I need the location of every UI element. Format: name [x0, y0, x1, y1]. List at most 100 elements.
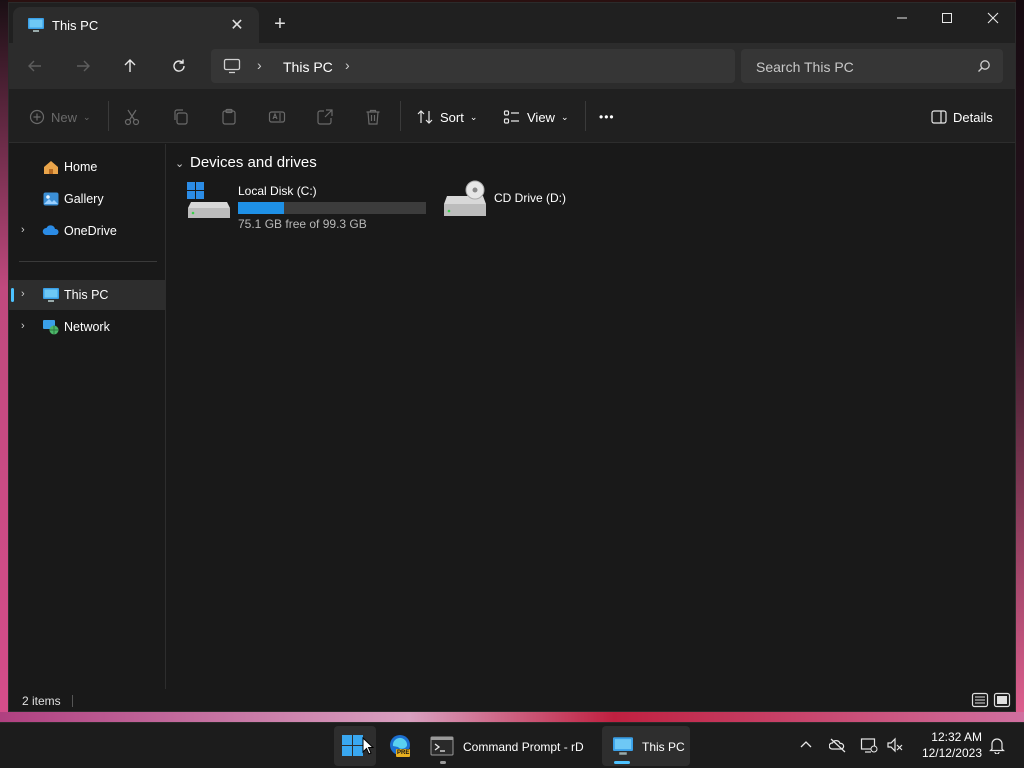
- wallpaper-left: [0, 0, 8, 720]
- taskbar-item-label: This PC: [642, 740, 685, 754]
- taskbar-command-prompt[interactable]: Command Prompt - rD: [424, 726, 596, 766]
- file-explorer-window: This PC ✕ + › This PC › Search This PC N…: [8, 2, 1016, 712]
- address-bar[interactable]: › This PC ›: [211, 49, 735, 83]
- hard-drive-icon: [187, 182, 230, 218]
- monitor-icon: [223, 58, 241, 74]
- notification-bell-icon[interactable]: [988, 736, 1006, 754]
- new-button[interactable]: New ⌄: [29, 105, 91, 129]
- rename-button[interactable]: [268, 105, 286, 129]
- network-icon: [43, 320, 59, 335]
- wallpaper-bottom: [0, 712, 1024, 722]
- more-icon: •••: [599, 110, 615, 124]
- drive-local-disk-c[interactable]: Local Disk (C:) 75.1 GB free of 99.3 GB: [187, 180, 437, 231]
- wallpaper-right: [1016, 0, 1024, 720]
- breadcrumb-this-pc[interactable]: This PC: [283, 59, 333, 75]
- sidebar-item-label: Home: [64, 160, 98, 174]
- clock-time: 12:32 AM: [931, 730, 982, 744]
- drive-cd-drive-d[interactable]: CD Drive (D:): [443, 180, 593, 224]
- sidebar-item-network[interactable]: › Network: [9, 312, 165, 342]
- group-header-devices[interactable]: Devices and drives: [190, 154, 317, 171]
- sidebar-item-label: This PC: [64, 288, 109, 302]
- share-button[interactable]: [316, 105, 334, 129]
- sidebar-divider: [19, 261, 157, 262]
- drive-usage-bar: [238, 202, 426, 214]
- drive-usage-fill: [238, 202, 284, 214]
- chevron-down-icon: ⌄: [469, 111, 478, 122]
- chevron-down-icon: ⌄: [83, 111, 91, 122]
- minimize-button[interactable]: [879, 3, 925, 33]
- sidebar-item-label: Network: [64, 320, 110, 334]
- taskbar-this-pc[interactable]: This PC: [602, 726, 690, 766]
- sort-button[interactable]: Sort ⌄: [416, 105, 477, 129]
- chevron-down-icon: ⌄: [560, 111, 569, 122]
- cd-drive-icon: [444, 180, 486, 216]
- new-tab-button[interactable]: +: [267, 13, 293, 37]
- group-collapse-icon[interactable]: ⌄: [175, 157, 184, 170]
- network-status-icon[interactable]: [860, 736, 878, 754]
- maximize-button[interactable]: [924, 3, 970, 33]
- copy-button[interactable]: [172, 105, 190, 129]
- start-button[interactable]: [334, 726, 376, 766]
- close-window-button[interactable]: [970, 3, 1016, 33]
- sidebar-item-this-pc[interactable]: › This PC: [9, 280, 165, 310]
- sidebar-item-onedrive[interactable]: › OneDrive: [9, 216, 165, 246]
- arrow-left-icon: [28, 60, 41, 72]
- navigation-bar: › This PC › Search This PC: [9, 43, 1015, 89]
- forward-button[interactable]: [69, 52, 97, 80]
- tab-this-pc[interactable]: This PC ✕: [13, 7, 259, 43]
- command-separator: [585, 101, 586, 131]
- arrow-up-icon: [124, 59, 136, 72]
- back-button[interactable]: [21, 52, 49, 80]
- details-view-icon[interactable]: [971, 692, 989, 708]
- drive-free-space: 75.1 GB free of 99.3 GB: [238, 217, 367, 231]
- taskbar-edge-button[interactable]: PRE: [380, 726, 420, 766]
- command-bar: New ⌄ Sort ⌄ View ⌄ ••• Details: [9, 89, 1015, 143]
- delete-button[interactable]: [364, 105, 382, 129]
- active-indicator: [614, 761, 630, 764]
- search-icon: [978, 60, 990, 72]
- breadcrumb-chevron-icon[interactable]: ›: [345, 57, 350, 73]
- close-icon: [987, 12, 999, 24]
- expand-chevron-icon[interactable]: ›: [21, 288, 25, 300]
- arrow-right-icon: [77, 60, 90, 72]
- mouse-cursor-icon: [362, 737, 374, 755]
- view-button[interactable]: View ⌄: [503, 105, 569, 129]
- sidebar-item-home[interactable]: Home: [9, 152, 165, 182]
- windows-logo-icon: [342, 735, 363, 756]
- expand-chevron-icon[interactable]: ›: [21, 224, 25, 236]
- taskbar-item-label: Command Prompt - rD: [463, 740, 584, 754]
- gallery-icon: [43, 192, 59, 206]
- paste-button[interactable]: [220, 105, 238, 129]
- search-box[interactable]: Search This PC: [741, 49, 1003, 83]
- scissors-icon: [124, 109, 140, 126]
- breadcrumb-chevron-icon[interactable]: ›: [257, 57, 262, 73]
- see-more-button[interactable]: •••: [599, 105, 615, 129]
- refresh-button[interactable]: [165, 52, 193, 80]
- onedrive-offline-icon[interactable]: [829, 736, 847, 754]
- command-separator: [108, 101, 109, 131]
- close-tab-button[interactable]: ✕: [227, 15, 247, 35]
- details-pane-button[interactable]: Details: [931, 105, 993, 129]
- home-icon: [44, 161, 58, 174]
- taskbar: PRE Command Prompt - rD This PC 12:32 AM…: [0, 722, 1024, 768]
- status-separator: [72, 695, 73, 707]
- expand-chevron-icon[interactable]: ›: [21, 320, 25, 332]
- refresh-icon: [173, 59, 185, 72]
- up-button[interactable]: [116, 52, 144, 80]
- this-pc-icon: [43, 288, 59, 302]
- sort-label: Sort: [440, 109, 464, 125]
- large-icons-view-icon[interactable]: [993, 692, 1011, 708]
- cut-button[interactable]: [123, 105, 141, 129]
- sidebar-item-gallery[interactable]: Gallery: [9, 184, 165, 214]
- system-clock[interactable]: 12:32 AM 12/12/2023: [922, 729, 982, 761]
- sort-icon: [417, 110, 433, 124]
- show-hidden-icons-icon[interactable]: [797, 736, 815, 754]
- drive-name: Local Disk (C:): [238, 184, 317, 198]
- details-label: Details: [953, 109, 993, 125]
- rename-icon: [268, 111, 286, 123]
- volume-muted-icon[interactable]: [886, 736, 904, 754]
- status-bar: 2 items: [9, 689, 1015, 711]
- details-pane-icon: [931, 110, 947, 124]
- search-input[interactable]: Search This PC: [756, 59, 854, 75]
- new-label: New: [51, 109, 78, 125]
